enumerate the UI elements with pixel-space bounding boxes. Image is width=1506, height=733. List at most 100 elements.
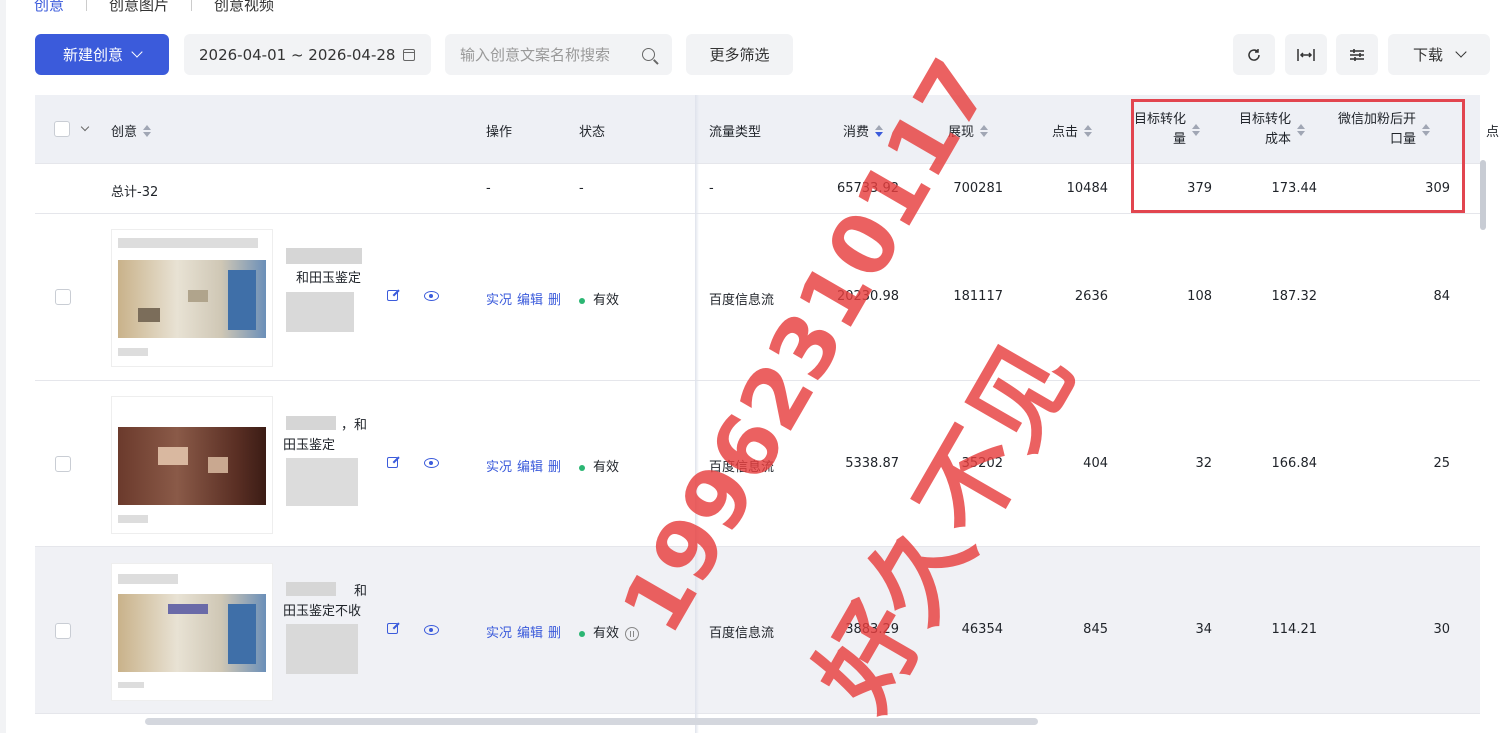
thumbnail-image [118, 594, 266, 672]
row-divider [35, 213, 1480, 214]
row-target-conv: 32 [1195, 456, 1212, 471]
left-edge [0, 0, 6, 733]
date-range-picker[interactable]: 2026-04-01 ~ 2026-04-28 [184, 34, 431, 75]
live-link[interactable]: 实况 [486, 460, 512, 475]
edit-icon[interactable] [387, 290, 398, 301]
row-wechat: 84 [1433, 289, 1450, 304]
search-icon[interactable] [642, 48, 655, 61]
download-button[interactable]: 下载 [1388, 34, 1490, 75]
select-all-control[interactable] [54, 121, 90, 137]
highlight-box [1131, 99, 1465, 213]
row-clicks: 2636 [1074, 289, 1108, 304]
row-impressions: 181117 [953, 289, 1003, 304]
row-checkbox[interactable] [55, 456, 71, 472]
refresh-icon [1248, 48, 1260, 61]
status-text: 有效 [593, 293, 620, 308]
tab-creative[interactable]: 创意 [34, 0, 64, 15]
refresh-button[interactable] [1233, 34, 1275, 75]
status-dot [579, 630, 585, 637]
thumbnail-image [118, 427, 266, 505]
row-wechat: 30 [1433, 622, 1450, 637]
thumbnail-image [118, 260, 266, 338]
pause-icon[interactable] [625, 626, 640, 641]
sort-icon[interactable] [143, 124, 152, 137]
tab-creative-videos[interactable]: 创意视频 [214, 0, 274, 15]
tab-divider [86, 0, 88, 11]
row-actions: 实况 编辑删 [486, 622, 566, 641]
status-text: 有效 [593, 626, 620, 641]
row-status: 有效 [579, 622, 640, 641]
edit-link[interactable]: 编辑 [517, 293, 543, 308]
row-traffic: 百度信息流 [709, 626, 775, 641]
chevron-down-icon[interactable] [80, 122, 90, 131]
calendar-icon [403, 48, 416, 61]
delete-link[interactable]: 删 [548, 626, 561, 641]
col-creative[interactable]: 创意 [111, 121, 152, 140]
edit-icon[interactable] [387, 623, 398, 634]
status-text: 有效 [593, 460, 620, 475]
sort-icon[interactable] [1084, 124, 1093, 137]
more-filter-button[interactable]: 更多筛选 [686, 34, 793, 75]
column-width-button[interactable] [1285, 34, 1327, 75]
live-link[interactable]: 实况 [486, 626, 512, 641]
row-target-cost: 114.21 [1271, 622, 1318, 637]
row-actions: 实况 编辑删 [486, 456, 566, 475]
search-box[interactable] [445, 34, 672, 75]
preview-eye-icon[interactable] [424, 291, 439, 301]
preview-eye-icon[interactable] [424, 458, 439, 468]
row-status: 有效 [579, 289, 619, 308]
edit-link[interactable]: 编辑 [517, 460, 543, 475]
col-clicks[interactable]: 点击 [1052, 121, 1093, 140]
delete-link[interactable]: 删 [548, 460, 561, 475]
col-creative-label: 创意 [111, 125, 138, 140]
fixed-column-shadow [695, 95, 699, 733]
creative-title-line: 和田玉鉴定 [296, 271, 362, 286]
col-status: 状态 [579, 125, 606, 140]
col-clicks-label: 点击 [1052, 125, 1079, 140]
tab-divider [191, 0, 193, 11]
row-divider [35, 713, 1480, 714]
row-target-conv: 108 [1187, 289, 1212, 304]
edit-icon[interactable] [387, 457, 398, 468]
select-all-checkbox[interactable] [54, 121, 70, 137]
search-input[interactable] [460, 45, 630, 64]
new-creative-label: 新建创意 [62, 46, 123, 64]
tab-creative-images[interactable]: 创意图片 [109, 0, 169, 15]
creative-thumbnail[interactable] [111, 396, 273, 534]
delete-link[interactable]: 删 [548, 293, 561, 308]
live-link[interactable]: 实况 [486, 293, 512, 308]
creative-title-line: 田玉鉴定不收 [283, 604, 362, 619]
total-status: - [579, 181, 584, 196]
status-dot [579, 464, 585, 471]
row-checkbox[interactable] [55, 289, 71, 305]
total-traffic: - [709, 181, 714, 196]
creative-title-line: 田玉鉴定 [283, 438, 336, 453]
download-label: 下载 [1412, 46, 1443, 64]
col-extra: 点 [1486, 125, 1500, 140]
creative-thumbnail[interactable] [111, 563, 273, 701]
total-clicks: 10484 [1066, 181, 1108, 196]
sliders-icon [1350, 48, 1364, 61]
creative-title: 和田玉鉴定 [296, 269, 361, 289]
chevron-down-icon [1455, 46, 1467, 58]
row-actions: 实况 编辑删 [486, 289, 566, 308]
row-target-cost: 166.84 [1271, 456, 1318, 471]
col-action: 操作 [486, 125, 513, 140]
row-traffic: 百度信息流 [709, 293, 775, 308]
status-dot [579, 297, 585, 304]
vertical-scrollbar[interactable] [1480, 160, 1486, 230]
new-creative-button[interactable]: 新建创意 [35, 34, 169, 75]
row-divider [35, 546, 1480, 547]
row-target-cost: 187.32 [1271, 289, 1318, 304]
col-traffic: 流量类型 [709, 125, 762, 140]
edit-link[interactable]: 编辑 [517, 626, 543, 641]
row-checkbox[interactable] [55, 623, 71, 639]
chevron-down-icon [131, 46, 143, 58]
total-action: - [486, 181, 491, 196]
preview-eye-icon[interactable] [424, 625, 439, 635]
row-target-conv: 34 [1195, 622, 1212, 637]
row-status: 有效 [579, 456, 619, 475]
row-wechat: 25 [1433, 456, 1450, 471]
creative-thumbnail[interactable] [111, 229, 273, 367]
column-settings-button[interactable] [1336, 34, 1378, 75]
